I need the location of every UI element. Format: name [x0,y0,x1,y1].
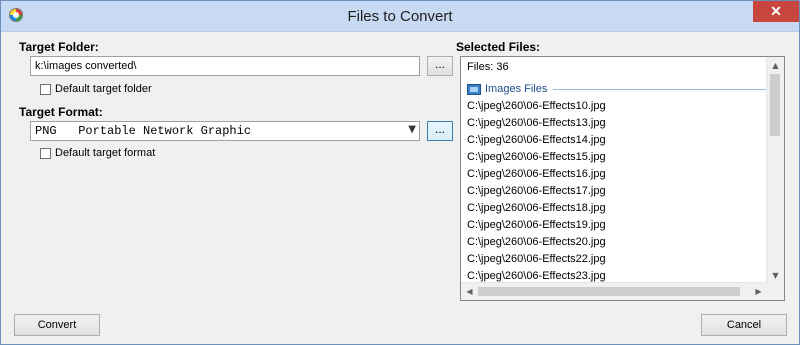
title-bar[interactable]: Files to Convert ✕ [1,1,799,32]
default-target-format-checkbox[interactable] [40,147,51,159]
chevron-down-icon[interactable]: ▼ [408,124,416,135]
images-group-icon [467,83,481,95]
list-item[interactable]: C:\jpeg\260\06-Effects10.jpg [467,98,606,115]
selected-files-list[interactable]: Files: 36 Images Files C:\jpeg\260\06-Ef… [460,56,785,301]
scroll-down-icon[interactable]: ▼ [767,267,784,284]
target-format-select[interactable]: PNG Portable Network Graphic ▼ [30,121,420,141]
scroll-up-icon[interactable]: ▲ [767,57,784,74]
target-folder-label: Target Folder: [19,40,99,54]
images-files-group-header[interactable]: Images Files [467,82,769,96]
list-item[interactable]: C:\jpeg\260\06-Effects17.jpg [467,183,606,200]
default-target-folder-row[interactable]: Default target folder [40,83,152,95]
target-folder-input[interactable]: k:\images converted\ [30,56,420,76]
format-options-button[interactable]: ... [427,121,453,141]
scrollbar-corner [767,283,784,300]
selected-files-label: Selected Files: [456,40,541,54]
list-item[interactable]: C:\jpeg\260\06-Effects14.jpg [467,132,606,149]
target-format-value: PNG Portable Network Graphic [35,124,252,138]
default-target-format-row[interactable]: Default target format [40,147,155,159]
horizontal-scroll-thumb[interactable] [478,287,740,296]
list-item[interactable]: C:\jpeg\260\06-Effects19.jpg [467,217,606,234]
images-group-label: Images Files [485,83,548,95]
list-item[interactable]: C:\jpeg\260\06-Effects15.jpg [467,149,606,166]
default-target-folder-checkbox[interactable] [40,83,51,95]
dialog-window: Files to Convert ✕ Target Folder: k:\ima… [0,0,800,345]
vertical-scrollbar[interactable]: ▲ ▼ [766,57,784,284]
group-divider [553,88,769,90]
list-item[interactable]: C:\jpeg\260\06-Effects13.jpg [467,115,606,132]
window-title: Files to Convert [347,8,453,25]
convert-button[interactable]: Convert [14,314,100,336]
list-item[interactable]: C:\jpeg\260\06-Effects20.jpg [467,234,606,251]
default-target-folder-label: Default target folder [55,83,152,95]
browse-folder-button[interactable]: ... [427,56,453,76]
scroll-left-icon[interactable]: ◀ [461,283,478,300]
list-item[interactable]: C:\jpeg\260\06-Effects16.jpg [467,166,606,183]
close-button[interactable]: ✕ [753,1,799,22]
cancel-button[interactable]: Cancel [701,314,787,336]
list-item[interactable]: C:\jpeg\260\06-Effects18.jpg [467,200,606,217]
files-count: Files: 36 [467,61,509,73]
target-format-label: Target Format: [19,105,103,119]
list-item[interactable]: C:\jpeg\260\06-Effects22.jpg [467,251,606,268]
horizontal-scrollbar[interactable]: ◀ ▶ [461,282,767,300]
scroll-right-icon[interactable]: ▶ [750,283,767,300]
default-target-format-label: Default target format [55,147,156,159]
vertical-scroll-thumb[interactable] [770,74,780,136]
